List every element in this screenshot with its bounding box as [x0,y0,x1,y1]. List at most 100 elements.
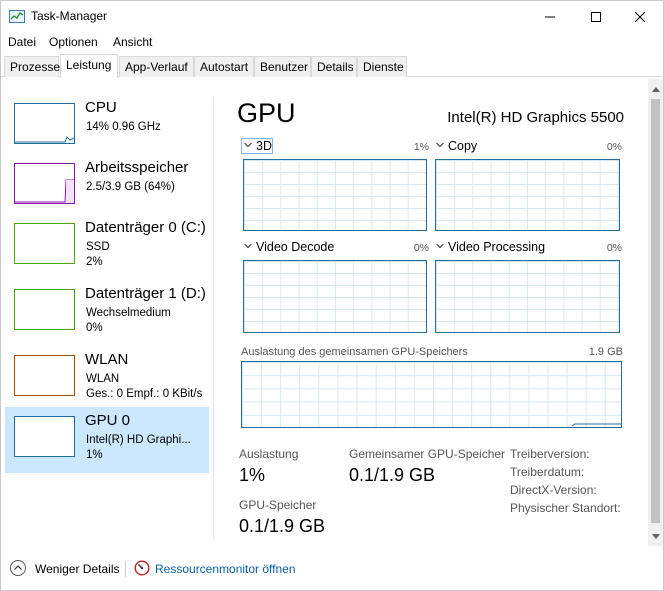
menu-ansicht[interactable]: Ansicht [113,35,152,49]
sidebar-item-title: Datenträger 1 (D:) [85,285,206,302]
engine-graph-3d [243,159,427,231]
engine-name: Copy [448,139,478,153]
tab-benutzer[interactable]: Benutzer [254,56,311,77]
disk-d-thumbnail-graph [14,289,75,330]
sidebar-item-title: Arbeitsspeicher [85,159,189,176]
driver-date-label: Treiberdatum: [510,465,585,479]
tab-dienste[interactable]: Dienste [357,56,407,77]
sidebar-item-detail: 14% 0.96 GHz [86,121,161,133]
sidebar-item-title: GPU 0 [85,412,131,429]
disk-c-thumbnail-graph [14,223,75,264]
chevron-down-icon [436,243,444,249]
panel-divider [213,99,214,539]
directx-version-label: DirectX-Version: [510,483,597,497]
resource-monitor-icon[interactable] [134,560,150,576]
window-title: Task-Manager [31,9,108,23]
sidebar-item-detail: WLAN [86,373,120,385]
footer-bar: Weniger Details Ressourcenmonitor öffnen [1,549,663,589]
sidebar-item-detail: 0% [86,322,103,334]
engine-percent-video-decode: 0% [413,242,429,254]
engine-percent-copy: 0% [606,141,622,153]
page-title: GPU [237,98,296,128]
sidebar-item-detail: 2.5/3.9 GB (64%) [86,181,175,193]
title-bar[interactable]: Task-Manager [1,1,663,32]
engine-percent-video-processing: 0% [606,242,622,254]
chevron-down-icon [436,142,444,148]
physical-location-label: Physischer Standort: [510,501,621,515]
gpu-thumbnail-graph [14,416,75,457]
engine-graph-video-processing [435,260,620,333]
sidebar-item-title: Datenträger 0 (C:) [85,219,206,236]
tab-autostart[interactable]: Autostart [194,56,254,77]
collapse-icon[interactable] [10,560,26,576]
footer-separator [125,561,126,577]
sidebar-item-detail: Wechselmedium [86,307,171,319]
driver-version-label: Treiberversion: [510,447,590,461]
shared-gpu-memory-label: Gemeinsamer GPU-Speicher [349,447,506,461]
engine-percent-3d: 1% [413,141,429,153]
resource-list: CPU 14% 0.96 GHz Arbeitsspeicher 2.5/3.9… [1,89,212,539]
engine-label-3d[interactable]: 3D [244,139,272,153]
sidebar-item-detail: Intel(R) HD Graphi... [86,434,191,446]
shared-gpu-memory-value: 0.1/1.9 GB [349,465,436,485]
shared-memory-max: 1.9 GB [588,346,623,358]
scrollbar-thumb[interactable] [651,99,660,523]
chevron-down-icon [244,243,252,249]
scroll-up-button[interactable] [651,83,660,95]
sidebar-item-wlan[interactable]: WLAN WLAN Ges.: 0 Empf.: 0 KBit/s [5,346,209,412]
close-icon [635,11,645,22]
cpu-mini-line [15,136,75,143]
sidebar-item-detail: 2% [86,256,103,268]
engine-label-video-processing[interactable]: Video Processing [436,240,545,254]
menu-datei[interactable]: Datei [8,35,36,49]
sidebar-item-disk-d[interactable]: Datenträger 1 (D:) Wechselmedium 0% [5,280,209,346]
sidebar-item-detail: 1% [86,449,103,461]
shared-memory-label: Auslastung des gemeinsamen GPU-Speichers [241,346,468,358]
menu-bar: Datei Optionen Ansicht [1,32,663,52]
engine-graph-video-decode [243,260,427,333]
sidebar-item-detail: SSD [86,241,110,253]
wlan-thumbnail-graph [14,355,75,396]
gpu-model-name: Intel(R) HD Graphics 5500 [447,109,624,126]
sidebar-item-detail: Ges.: 0 Empf.: 0 KBit/s [86,388,203,400]
sidebar-item-memory[interactable]: Arbeitsspeicher 2.5/3.9 GB (64%) [5,154,209,220]
utilization-value: 1% [239,465,266,485]
scroll-down-button[interactable] [651,530,660,542]
engine-label-video-decode[interactable]: Video Decode [244,240,334,254]
menu-optionen[interactable]: Optionen [49,35,98,49]
maximize-icon [591,11,601,22]
tab-app-verlauf[interactable]: App-Verlauf [119,56,194,77]
cpu-thumbnail-graph [14,103,75,144]
minimize-icon [545,16,555,17]
maximize-button[interactable] [573,1,619,32]
engine-name: 3D [256,139,272,153]
sidebar-item-gpu[interactable]: GPU 0 Intel(R) HD Graphi... 1% [5,407,209,473]
vertical-scrollbar[interactable] [648,79,663,546]
sidebar-item-cpu[interactable]: CPU 14% 0.96 GHz [5,94,209,160]
gpu-memory-label: GPU-Speicher [239,498,317,512]
engine-name: Video Processing [448,240,546,254]
tab-leistung[interactable]: Leistung [60,54,118,78]
chevron-down-icon [244,142,252,148]
engine-name: Video Decode [256,240,335,254]
minimize-button[interactable] [527,1,573,32]
gpu-memory-value: 0.1/1.9 GB [239,516,326,536]
shared-memory-graph [241,361,622,428]
open-resource-monitor-link[interactable]: Ressourcenmonitor öffnen [155,562,296,576]
fewer-details-button[interactable]: Weniger Details [35,562,119,576]
tab-details[interactable]: Details [311,56,357,77]
engine-label-copy[interactable]: Copy [436,139,477,153]
scroll-down-icon [651,533,660,539]
sidebar-item-title: WLAN [85,351,129,368]
task-manager-window: Task-Manager Datei Optionen Ansicht Proz… [0,0,664,591]
task-manager-icon [9,10,25,23]
tab-bar: Prozesse Leistung App-Verlauf Autostart … [4,54,664,78]
sidebar-item-title: CPU [85,99,117,116]
close-button[interactable] [617,1,663,32]
sidebar-item-disk-c[interactable]: Datenträger 0 (C:) SSD 2% [5,214,209,280]
memory-thumbnail-graph [14,163,75,204]
utilization-label: Auslastung [239,447,299,461]
tab-prozesse[interactable]: Prozesse [4,56,60,77]
chevron-up-icon [14,565,22,570]
memory-mini-area [15,179,74,203]
